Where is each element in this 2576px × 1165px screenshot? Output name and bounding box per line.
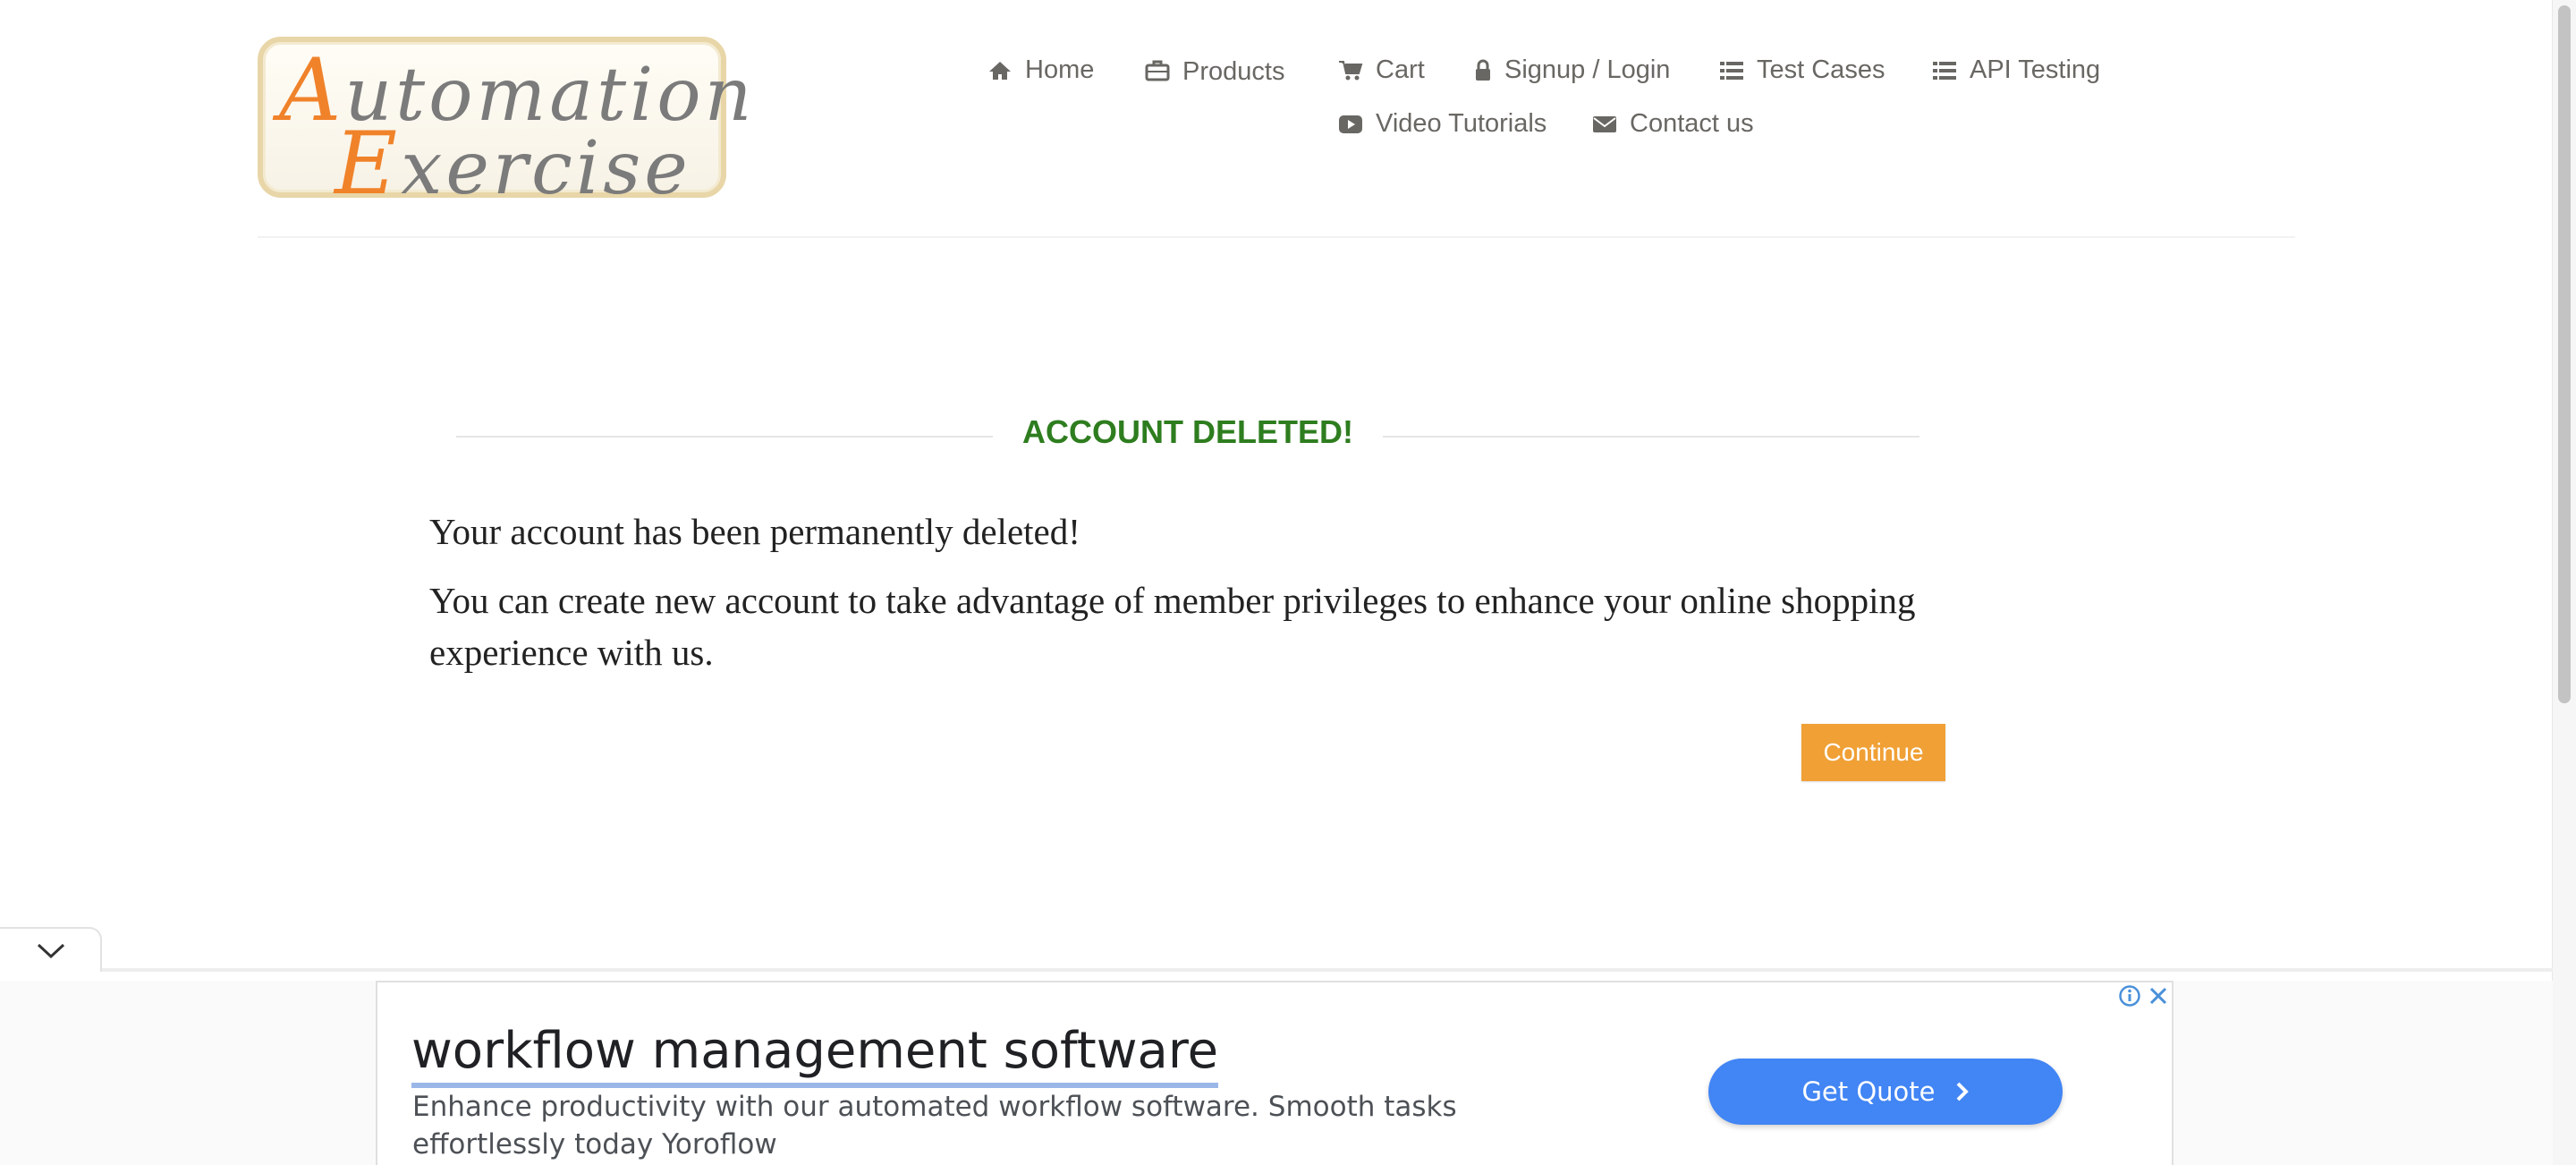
nav-signup-login[interactable]: Signup / Login: [1474, 55, 1670, 85]
nav-api-testing-label: API Testing: [1970, 55, 2101, 84]
nav-home-label: Home: [1025, 55, 1095, 84]
get-quote-button[interactable]: Get Quote: [1708, 1059, 2063, 1125]
nav-cart-label: Cart: [1376, 55, 1425, 84]
page-title: ACCOUNT DELETED!: [1022, 413, 1353, 450]
nav-test-cases[interactable]: Test Cases: [1719, 55, 1885, 85]
deleted-message: Your account has been permanently delete…: [429, 511, 1080, 552]
nav-cart[interactable]: Cart: [1338, 55, 1425, 85]
nav-video-tutorials[interactable]: Video Tutorials: [1338, 109, 1546, 139]
nav-contact-label: Contact us: [1630, 109, 1754, 138]
get-quote-label: Get Quote: [1801, 1076, 1936, 1107]
info-icon[interactable]: [2118, 984, 2141, 1008]
close-icon[interactable]: [2147, 984, 2170, 1008]
home-icon: [989, 61, 1011, 80]
nav-signup-label: Signup / Login: [1504, 55, 1671, 84]
header-divider: [258, 236, 2295, 238]
list-icon: [1933, 61, 1956, 80]
ad-divider: [0, 968, 2553, 972]
nav-products-label: Products: [1182, 57, 1285, 86]
chevron-down-icon: [37, 943, 65, 959]
ad-description: Enhance productivity with our automated …: [412, 1091, 1457, 1161]
continue-button[interactable]: Continue: [1801, 724, 1945, 781]
ad-collapse-tab[interactable]: [0, 927, 102, 972]
scrollbar-thumb[interactable]: [2558, 5, 2571, 703]
logo-cap-e: E: [335, 114, 402, 214]
list-icon: [1720, 61, 1743, 80]
scrollbar[interactable]: [2552, 0, 2576, 1165]
site-logo[interactable]: Automation Exercise: [258, 37, 751, 207]
logo-text-2: xercise: [401, 126, 691, 211]
nav-api-testing[interactable]: API Testing: [1932, 55, 2100, 85]
youtube-icon: [1339, 115, 1362, 133]
nav-test-cases-label: Test Cases: [1757, 55, 1885, 84]
logo-line2: Exercise: [335, 121, 691, 207]
ad-title[interactable]: workflow management software: [411, 1020, 1219, 1088]
briefcase-icon: [1145, 60, 1170, 81]
nav-products[interactable]: Products: [1145, 55, 1285, 86]
chevron-right-icon: [1956, 1082, 1969, 1101]
nav-video-label: Video Tutorials: [1376, 109, 1547, 138]
nav-home[interactable]: Home: [987, 55, 1094, 85]
lock-icon: [1476, 59, 1490, 81]
info-message: You can create new account to take advan…: [429, 580, 1916, 673]
cart-icon: [1339, 60, 1363, 80]
envelope-icon: [1593, 115, 1616, 132]
nav-contact[interactable]: Contact us: [1592, 109, 1754, 139]
